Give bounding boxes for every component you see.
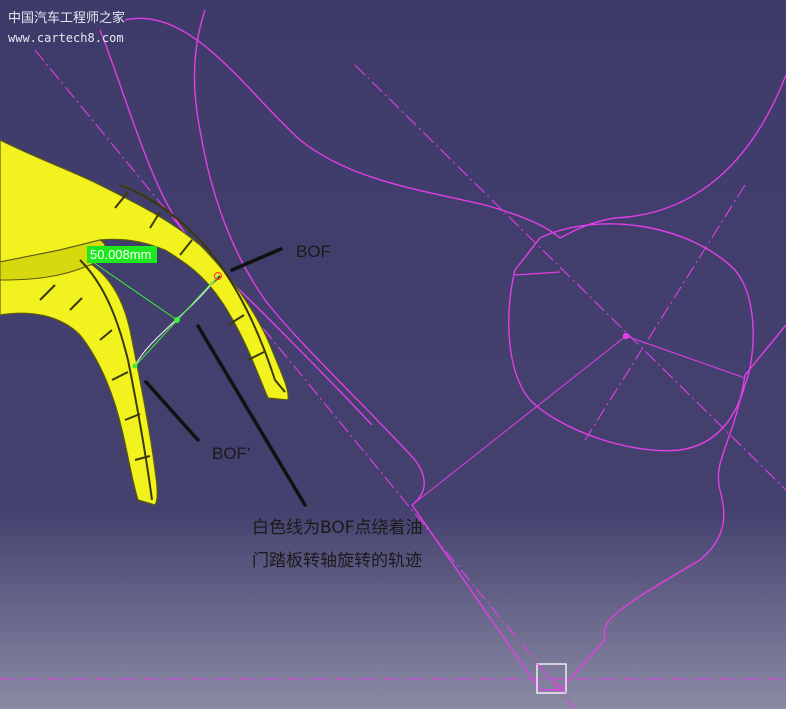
dimension-badge[interactable]: 50.008mm [87,246,157,263]
watermark-url: www.cartech8.com [8,31,124,45]
note-line-1: 白色线为BOF点绕着油 [252,518,423,538]
dimension-midpoint [174,317,180,323]
pivot-center-point [622,332,630,340]
bof-prime-label: BOF' [212,444,250,463]
dimension-value: 50.008mm [90,247,151,262]
note-line-2: 门踏板转轴旋转的轨迹 [252,551,422,571]
bof-prime-point[interactable] [132,363,138,369]
bof-label: BOF [296,242,331,261]
watermark-title: 中国汽车工程师之家 [8,10,125,26]
cad-viewport[interactable]: 50.008mm BOF BOF' 白色线为BOF点绕着油 门踏板转轴旋转的轨迹… [0,0,786,709]
